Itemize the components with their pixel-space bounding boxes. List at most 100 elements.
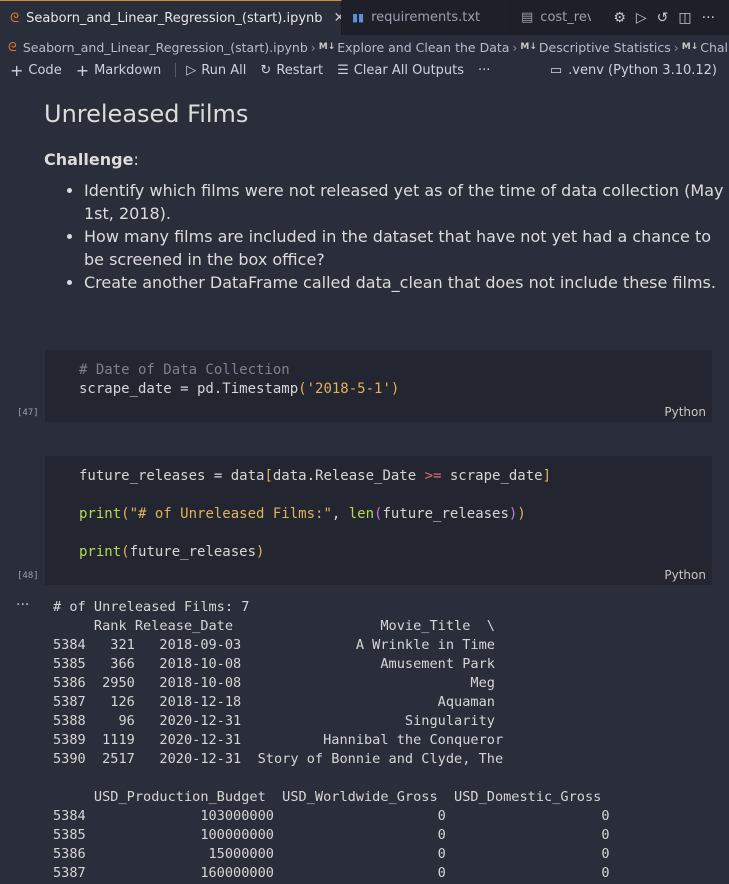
chevron-right-icon: › (673, 39, 679, 55)
code-token: future_releases (382, 506, 509, 522)
breadcrumb-file[interactable]: Seaborn_and_Linear_Regression_(start).ip… (23, 40, 308, 55)
output-line: 5387 126 2018-12-18 Aquaman (53, 694, 520, 710)
toolbar-more-button[interactable]: ··· (478, 63, 490, 78)
code-token: scrape_date (441, 468, 543, 484)
breadcrumb-item[interactable]: Challe (700, 40, 729, 55)
add-code-label: Code (28, 62, 62, 78)
kernel-label: .venv (Python 3.10.12) (568, 62, 717, 78)
split-editor-icon[interactable]: ◫ (678, 10, 691, 26)
output-line: 5390 2517 2020-12-31 Story of Bonnie and… (53, 751, 528, 767)
code-token: ) (517, 506, 526, 522)
add-code-button[interactable]: + Code (10, 61, 62, 80)
output-line: 5387 160000000 0 0 (53, 865, 626, 881)
jupyter-icon: ᘓ (8, 39, 17, 54)
plus-icon: + (10, 60, 24, 80)
code-comment: # Date of Data Collection (79, 362, 290, 378)
execution-count: [48] (17, 571, 39, 581)
close-icon[interactable]: ✕ (334, 10, 341, 26)
tab-label: Seaborn_and_Linear_Regression_(start).ip… (26, 10, 323, 26)
toolbar-divider (175, 63, 177, 77)
kernel-picker[interactable]: ▭ .venv (Python 3.10.12) (550, 63, 729, 78)
language-label[interactable]: Python (664, 405, 706, 419)
challenge-list: Identify which films were not released y… (44, 179, 724, 294)
output-line: 5386 2950 2018-10-08 Meg (53, 675, 520, 691)
run-all-icon: ▷ (186, 62, 197, 78)
plus-icon: + (75, 60, 90, 80)
jupyter-icon: ᘓ (10, 10, 20, 26)
code-token: [ (264, 468, 273, 484)
clear-all-outputs-button[interactable]: ☰ Clear All Outputs (337, 63, 464, 78)
code-operator: >= (424, 468, 442, 484)
breadcrumb-item[interactable]: Descriptive Statistics (539, 40, 671, 55)
restart-label: Restart (276, 62, 324, 78)
add-markdown-label: Markdown (94, 62, 162, 78)
code-token: scrape_date = pd.Timestamp (79, 381, 299, 397)
code-token: ) (390, 381, 400, 397)
code-cell-48[interactable]: future_releases = data[data.Release_Date… (45, 456, 712, 585)
code-token: data.Release_Date (272, 468, 425, 484)
code-string: '2018-5-1' (306, 381, 391, 397)
output-line: 5384 103000000 0 0 (53, 808, 626, 824)
list-item: Create another DataFrame called data_cle… (84, 271, 724, 294)
code-string: "# of Unreleased Films:" (129, 506, 332, 522)
code-cell-47[interactable]: # Date of Data Collection scrape_date = … (45, 350, 712, 422)
code-token: ( (121, 544, 130, 560)
markdown-icon: M↓ (318, 42, 336, 52)
output-line: 5386 15000000 0 0 (53, 846, 626, 862)
markdown-icon: M↓ (681, 42, 699, 52)
kernel-icon: ▭ (549, 62, 563, 78)
code-token: , (331, 506, 349, 522)
code-token: ) (256, 544, 265, 560)
challenge-label: Challenge (44, 150, 134, 169)
tab-label: requirements.txt (371, 10, 481, 25)
code-builtin: print (79, 544, 122, 560)
output-more-button[interactable]: ··· (16, 597, 29, 613)
gear-icon[interactable]: ⚙ (613, 10, 626, 26)
restart-icon: ↻ (260, 62, 272, 78)
output-line: # of Unreleased Films: 7 (53, 599, 250, 615)
list-item: Identify which films were not released y… (84, 179, 724, 225)
language-label[interactable]: Python (664, 568, 706, 582)
run-icon[interactable]: ▷ (636, 10, 647, 26)
notebook-toolbar: + Code + Markdown ▷ Run All ↻ Restart ☰ … (0, 58, 729, 82)
breadcrumb-item[interactable]: Explore and Clean the Data (337, 40, 509, 55)
run-all-label: Run All (201, 62, 247, 78)
code-token: ( (121, 506, 130, 522)
tab-notebook[interactable]: ᘓ Seaborn_and_Linear_Regression_(start).… (0, 0, 342, 35)
add-markdown-button[interactable]: + Markdown (76, 61, 162, 80)
code-builtin: print (79, 506, 122, 522)
editor-actions: ⚙ ▷ ↺ ◫ ··· (613, 0, 729, 35)
tab-cost-revenue[interactable]: ▤ cost_reve (511, 0, 591, 35)
cell-output: # of Unreleased Films: 7 Rank Release_Da… (53, 598, 626, 883)
chevron-right-icon: › (310, 39, 316, 55)
output-line: 5388 96 2020-12-31 Singularity (53, 713, 520, 729)
output-line: USD_Production_Budget USD_Worldwide_Gros… (53, 789, 618, 805)
file-icon: ▮▮ (352, 11, 365, 24)
code-editor[interactable]: # Date of Data Collection scrape_date = … (79, 361, 399, 399)
code-builtin: len (348, 506, 375, 522)
breadcrumb: ᘓ Seaborn_and_Linear_Regression_(start).… (0, 36, 729, 58)
more-label: ··· (478, 62, 491, 78)
list-item: How many films are included in the datas… (84, 225, 724, 271)
challenge-colon: : (133, 150, 139, 169)
history-icon[interactable]: ↺ (657, 10, 669, 26)
output-line: 5384 321 2018-09-03 A Wrinkle in Time (53, 637, 520, 653)
markdown-cell[interactable]: Unreleased Films Challenge: Identify whi… (44, 100, 724, 294)
code-editor[interactable]: future_releases = data[data.Release_Date… (79, 467, 551, 562)
challenge-paragraph: Challenge: (44, 150, 724, 169)
output-line: 5385 100000000 0 0 (53, 827, 626, 843)
output-line: Rank Release_Date Movie_Title \ (53, 618, 495, 634)
clear-outputs-icon: ☰ (337, 62, 349, 78)
restart-button[interactable]: ↻ Restart (260, 63, 323, 78)
code-token: ( (298, 381, 307, 397)
code-token: future_releases = data (79, 468, 265, 484)
more-icon[interactable]: ··· (702, 10, 715, 26)
run-all-button[interactable]: ▷ Run All (186, 63, 246, 78)
output-line: 5385 366 2018-10-08 Amusement Park (53, 656, 520, 672)
cell-heading: Unreleased Films (44, 100, 249, 128)
editor-tab-bar: ᘓ Seaborn_and_Linear_Regression_(start).… (0, 0, 729, 35)
code-token: ] (542, 468, 552, 484)
chevron-right-icon: › (512, 39, 518, 55)
tab-requirements[interactable]: ▮▮ requirements.txt (342, 0, 511, 35)
output-line: 5389 1119 2020-12-31 Hannibal the Conque… (53, 732, 528, 748)
